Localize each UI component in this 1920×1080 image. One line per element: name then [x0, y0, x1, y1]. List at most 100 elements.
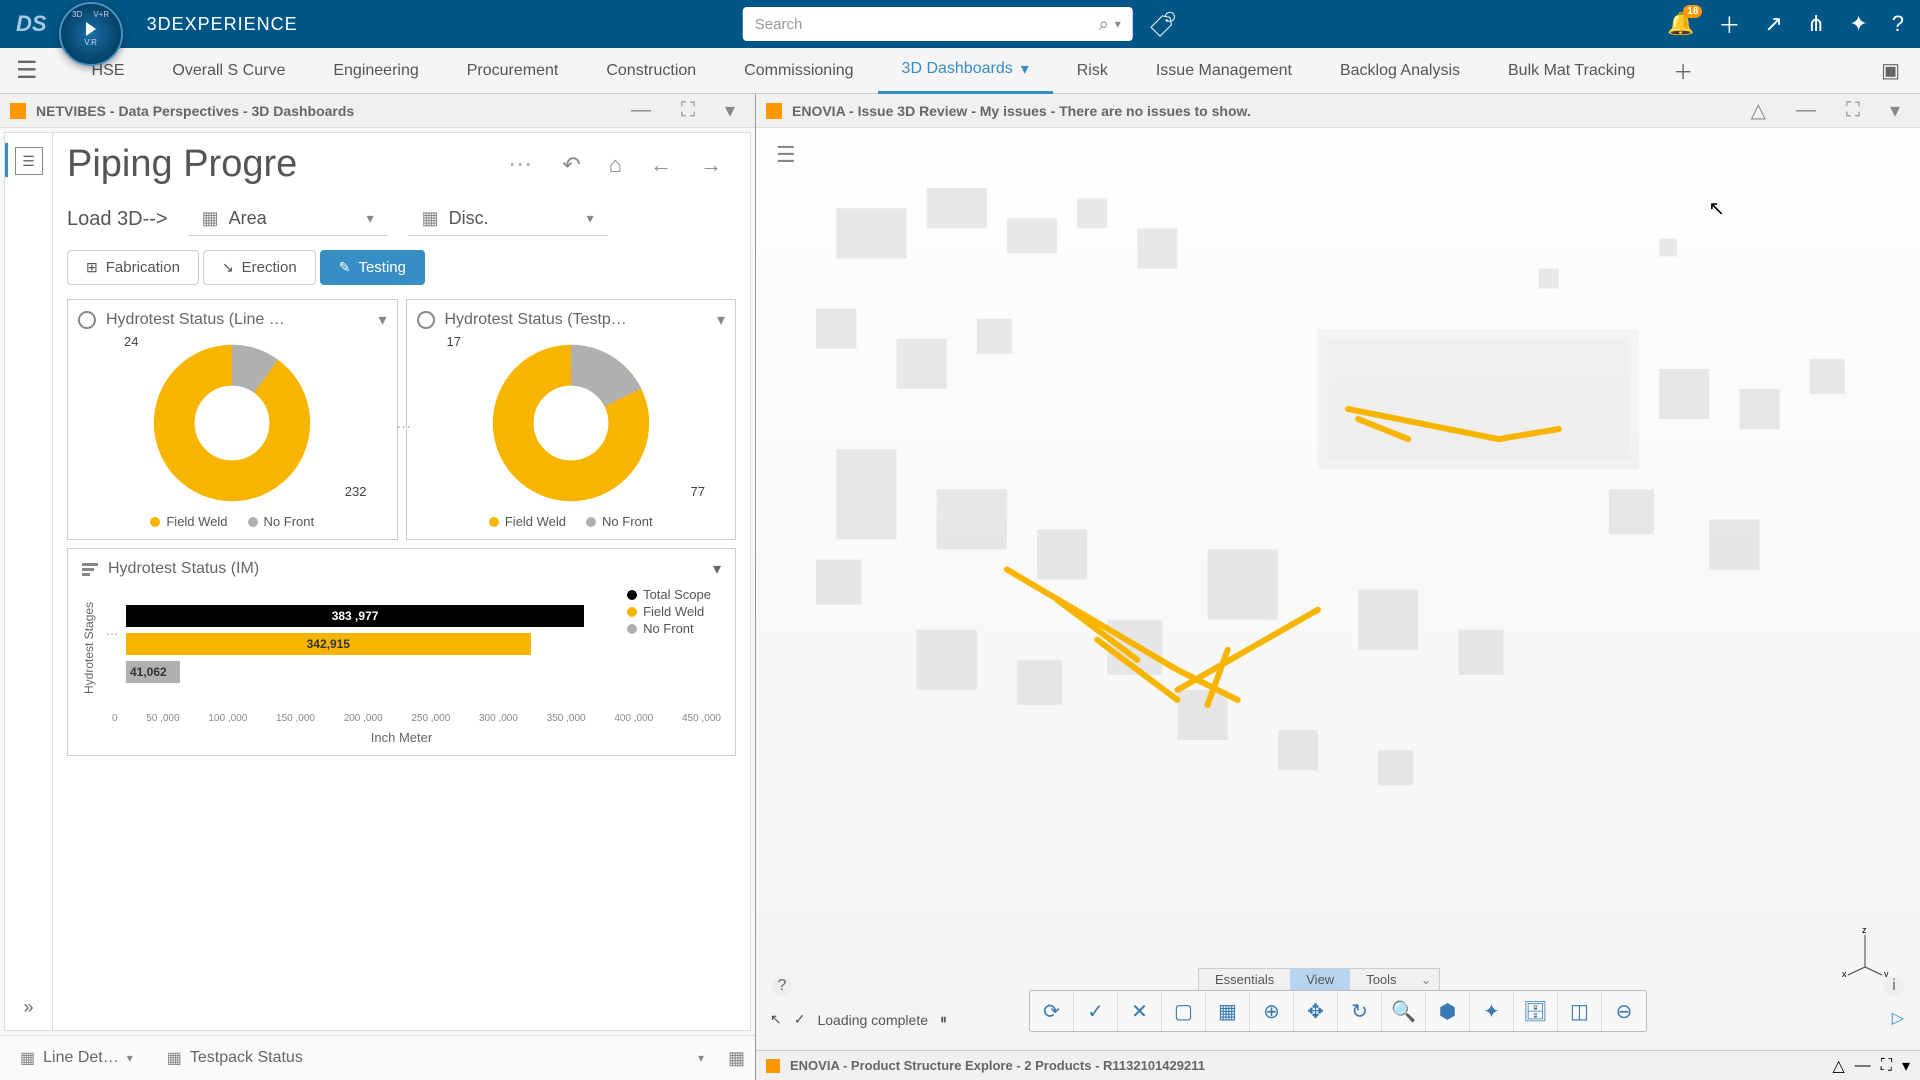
testing-pill[interactable]: ✎Testing — [320, 250, 425, 285]
svg-text:y: y — [1884, 969, 1889, 977]
tag-icon[interactable]: 🏷 — [1148, 9, 1177, 39]
tool-check[interactable]: ✓ — [1074, 991, 1118, 1031]
minimize-icon[interactable]: — — [1786, 99, 1826, 122]
comment-icon[interactable]: ▣ — [1881, 58, 1900, 83]
search-box[interactable]: ⌕ ▾ — [743, 7, 1133, 41]
tool-hide[interactable]: ⊖ — [1602, 991, 1646, 1031]
tool-explode[interactable]: ✦ — [1470, 991, 1514, 1031]
share-icon[interactable]: ↗ — [1764, 11, 1782, 37]
notification-icon[interactable]: 🔔18 — [1667, 11, 1694, 37]
chevron-down-icon[interactable]: ▾ — [1880, 98, 1910, 123]
data-label: 232 — [345, 484, 367, 499]
tab-3d-dashboards[interactable]: 3D Dashboards ▾ — [878, 48, 1053, 94]
tool-zoom[interactable]: ⊕ — [1250, 991, 1294, 1031]
cloud-icon[interactable]: △ — [1741, 98, 1776, 123]
tab-risk[interactable]: Risk — [1053, 48, 1132, 94]
tool-refresh[interactable]: ⟳ — [1030, 991, 1074, 1031]
search-input[interactable] — [755, 16, 1099, 33]
home-icon[interactable]: ⌂ — [595, 152, 636, 178]
y-axis-label: Hydrotest Stages — [82, 587, 96, 709]
chevron-down-icon[interactable]: ▾ — [717, 310, 725, 330]
pointer-icon[interactable]: ↖ — [770, 1011, 782, 1028]
3d-model[interactable] — [756, 128, 1920, 951]
bar-field-weld[interactable]: 342,915 — [126, 633, 721, 655]
chevron-down-icon[interactable]: ▾ — [715, 98, 745, 123]
grid-icon: ▦ — [422, 208, 439, 229]
search-icon[interactable]: ⌕ — [1099, 14, 1109, 35]
tool-delete[interactable]: ✕ — [1118, 991, 1162, 1031]
maximize-icon[interactable]: ⛶ — [671, 99, 705, 122]
minimize-icon[interactable]: — — [1855, 1057, 1871, 1075]
viewer-toolbar: ⟳ ✓ ✕ ▢ ▦ ⊕ ✥ ↻ 🔍 ⬢ ✦ 🗄 ◫ ⊖ — [1029, 990, 1647, 1032]
x-axis-label: Inch Meter — [82, 730, 721, 745]
area-dropdown[interactable]: ▦ Area ▾ — [188, 202, 388, 236]
list-icon[interactable]: ☰ — [15, 147, 43, 175]
tab-backlog-analysis[interactable]: Backlog Analysis — [1316, 48, 1484, 94]
side-toolbar: ☰ » — [5, 133, 53, 1030]
flag-icon[interactable]: ✦ — [1849, 11, 1867, 37]
tool-pan[interactable]: ✥ — [1294, 991, 1338, 1031]
tab-bulk-mat-tracking[interactable]: Bulk Mat Tracking — [1484, 48, 1659, 94]
maximize-icon[interactable]: ⛶ — [1836, 99, 1870, 122]
tab-engineering[interactable]: Engineering — [309, 48, 442, 94]
tab-construction[interactable]: Construction — [582, 48, 720, 94]
menu-icon[interactable]: ☰ — [16, 56, 38, 85]
brand-text: 3DEXPERIENCE — [147, 14, 298, 35]
cloud-icon[interactable]: △ — [1832, 1056, 1844, 1076]
bar-no-front[interactable]: 41,062 — [126, 661, 721, 683]
minimize-icon[interactable]: — — [621, 99, 661, 122]
grid-view-icon[interactable]: ▦ — [728, 1048, 745, 1069]
chevron-down-icon[interactable]: ▾ — [378, 310, 386, 330]
chevron-down-icon[interactable]: ▾ — [713, 559, 721, 579]
play-icon[interactable]: ▷ — [1892, 1008, 1904, 1028]
add-icon[interactable]: ＋ — [1718, 8, 1740, 40]
vtab-view[interactable]: View — [1290, 969, 1350, 991]
help-icon[interactable]: ? — [1892, 11, 1904, 37]
svg-text:x: x — [1842, 969, 1847, 977]
legend-item[interactable]: No Front — [248, 514, 315, 529]
undo-icon[interactable]: ↶ — [548, 152, 594, 178]
legend-item[interactable]: Field Weld — [150, 514, 227, 529]
more-icon[interactable]: ⋯ — [494, 150, 548, 179]
vtab-essentials[interactable]: Essentials — [1199, 969, 1290, 991]
tool-db[interactable]: 🗄 — [1514, 991, 1558, 1031]
help-icon[interactable]: ? — [772, 976, 792, 996]
erection-pill[interactable]: ↘Erection — [203, 250, 316, 285]
compass-icon[interactable]: 3D V+R V.R — [59, 2, 123, 66]
tool-split[interactable]: ◫ — [1558, 991, 1602, 1031]
tab-procurement[interactable]: Procurement — [443, 48, 583, 94]
tool-cube[interactable]: ⬢ — [1426, 991, 1470, 1031]
tool-iso[interactable]: ▦ — [1206, 991, 1250, 1031]
bottom-panel-header: ENOVIA - Product Structure Explore - 2 P… — [756, 1050, 1920, 1080]
donut-chart-line[interactable] — [147, 338, 317, 508]
forward-icon[interactable]: → — [686, 152, 736, 178]
legend-item[interactable]: Total Scope — [627, 587, 711, 602]
back-icon[interactable]: ← — [636, 152, 686, 178]
chevron-down-icon[interactable]: ▾ — [1115, 17, 1121, 31]
btab-testpack-status[interactable]: ▦Testpack Status▾ — [157, 1044, 714, 1072]
tool-front[interactable]: ▢ — [1162, 991, 1206, 1031]
tool-rotate[interactable]: ↻ — [1338, 991, 1382, 1031]
chevron-down-icon[interactable]: ▾ — [1902, 1056, 1910, 1076]
add-tab-button[interactable]: ＋ — [1659, 56, 1707, 85]
pause-icon[interactable]: ⏸ — [940, 1011, 947, 1028]
network-icon[interactable]: ⋔ — [1807, 11, 1825, 37]
notification-badge: 18 — [1683, 5, 1702, 18]
btab-line-details[interactable]: ▦Line Det…▾ — [10, 1044, 143, 1072]
legend-item[interactable]: Field Weld — [489, 514, 566, 529]
expand-icon[interactable]: » — [23, 997, 33, 1018]
app-icon — [766, 103, 782, 119]
chevron-down-icon[interactable]: ⌄ — [1413, 969, 1440, 991]
legend-item[interactable]: No Front — [586, 514, 653, 529]
fabrication-pill[interactable]: ⊞Fabrication — [67, 250, 199, 285]
tab-commissioning[interactable]: Commissioning — [720, 48, 877, 94]
maximize-icon[interactable]: ⛶ — [1881, 1057, 1892, 1075]
vtab-tools[interactable]: Tools — [1350, 969, 1412, 991]
3d-viewer[interactable]: ☰ ↖ — [756, 128, 1920, 1050]
drag-handle-icon[interactable]: ⋮ — [397, 420, 413, 434]
tool-fit[interactable]: 🔍 — [1382, 991, 1426, 1031]
bar-total-scope[interactable]: 383 ,977 — [126, 605, 721, 627]
disc-dropdown[interactable]: ▦ Disc. ▾ — [408, 202, 608, 236]
tab-issue-management[interactable]: Issue Management — [1132, 48, 1316, 94]
donut-chart-testpack[interactable] — [486, 338, 656, 508]
